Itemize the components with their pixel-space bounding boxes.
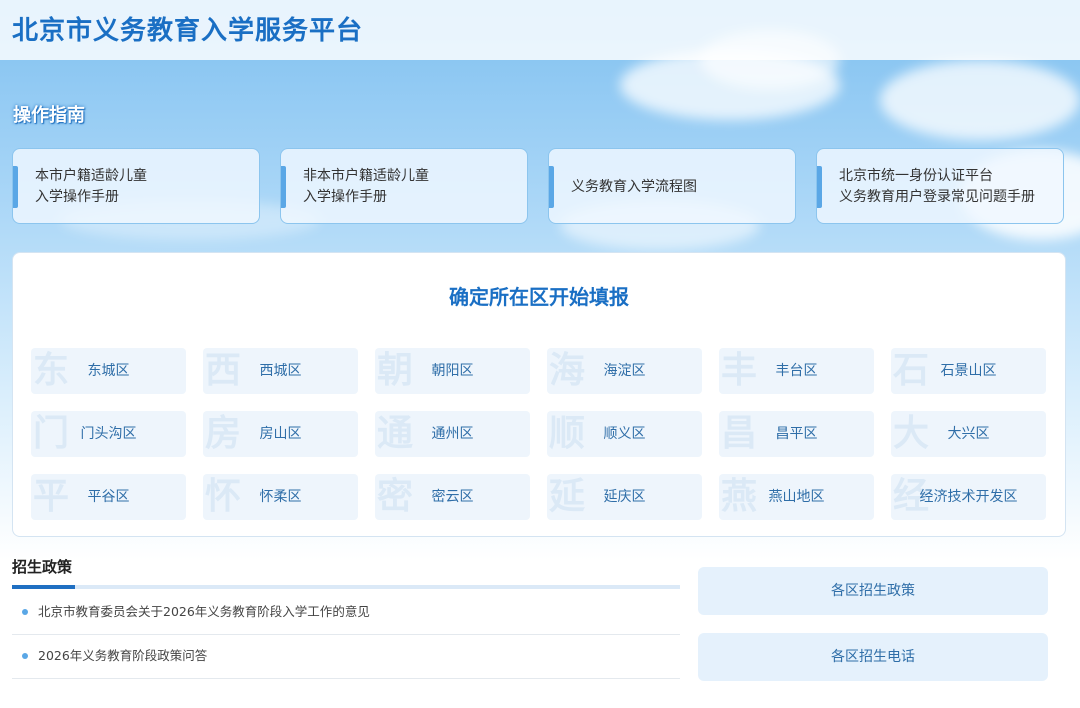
- district-button[interactable]: 门门头沟区: [31, 411, 186, 457]
- district-button[interactable]: 丰丰台区: [719, 348, 874, 394]
- district-button[interactable]: 顺顺义区: [547, 411, 702, 457]
- guide-card-line1: 义务教育入学流程图: [571, 178, 697, 195]
- district-policy-button[interactable]: 各区招生政策: [698, 567, 1048, 615]
- bullet-icon: [22, 653, 28, 659]
- district-button[interactable]: 房房山区: [203, 411, 358, 457]
- guide-card-text: 义务教育入学流程图: [571, 149, 697, 225]
- guide-card-line1: 非本市户籍适龄儿童: [303, 168, 429, 184]
- policy-item-text: 北京市教育委员会关于2026年义务教育阶段入学工作的意见: [38, 604, 370, 619]
- district-label: 海淀区: [603, 363, 646, 379]
- card-accent-bar: [549, 166, 554, 208]
- district-panel: 确定所在区开始填报 东东城区西西城区朝朝阳区海海淀区丰丰台区石石景山区门门头沟区…: [12, 252, 1066, 537]
- district-label: 经济技术开发区: [919, 489, 1018, 505]
- card-accent-bar: [817, 166, 822, 208]
- policy-list-item[interactable]: 2026年义务教育阶段政策问答: [12, 634, 680, 679]
- district-label: 顺义区: [603, 426, 646, 442]
- district-button[interactable]: 朝朝阳区: [375, 348, 530, 394]
- district-label: 石景山区: [940, 363, 997, 379]
- guide-card-line1: 北京市统一身份认证平台: [839, 168, 993, 184]
- district-label: 昌平区: [775, 426, 818, 442]
- district-button[interactable]: 燕燕山地区: [719, 474, 874, 520]
- district-button[interactable]: 大大兴区: [891, 411, 1046, 457]
- district-button[interactable]: 昌昌平区: [719, 411, 874, 457]
- guide-card-flowchart[interactable]: 义务教育入学流程图: [548, 148, 796, 224]
- card-accent-bar: [281, 166, 286, 208]
- district-label: 西城区: [259, 363, 302, 379]
- district-button[interactable]: 平平谷区: [31, 474, 186, 520]
- district-panel-title: 确定所在区开始填报: [449, 285, 629, 309]
- district-phone-button[interactable]: 各区招生电话: [698, 633, 1048, 681]
- policy-item-text: 2026年义务教育阶段政策问答: [38, 648, 208, 663]
- site-title: 北京市义务教育入学服务平台: [12, 16, 364, 46]
- guide-card-local-manual[interactable]: 本市户籍适龄儿童 入学操作手册: [12, 148, 260, 224]
- guide-card-login-faq[interactable]: 北京市统一身份认证平台 义务教育用户登录常见问题手册: [816, 148, 1064, 224]
- guide-card-line2: 义务教育用户登录常见问题手册: [839, 189, 1035, 205]
- district-button[interactable]: 西西城区: [203, 348, 358, 394]
- guide-card-line2: 入学操作手册: [35, 189, 119, 205]
- policy-divider-accent: [12, 585, 75, 589]
- guide-card-line2: 入学操作手册: [303, 189, 387, 205]
- district-label: 丰台区: [775, 363, 818, 379]
- district-label: 朝阳区: [431, 363, 474, 379]
- district-label: 密云区: [431, 489, 474, 505]
- district-label: 门头沟区: [80, 426, 137, 442]
- district-button[interactable]: 怀怀柔区: [203, 474, 358, 520]
- cloud: [880, 60, 1080, 140]
- guide-heading: 操作指南: [13, 105, 85, 126]
- card-accent-bar: [13, 166, 18, 208]
- district-button[interactable]: 延延庆区: [547, 474, 702, 520]
- bullet-icon: [22, 609, 28, 615]
- district-button[interactable]: 经经济技术开发区: [891, 474, 1046, 520]
- district-button[interactable]: 石石景山区: [891, 348, 1046, 394]
- district-label: 大兴区: [947, 426, 990, 442]
- district-button[interactable]: 海海淀区: [547, 348, 702, 394]
- district-button[interactable]: 东东城区: [31, 348, 186, 394]
- district-label: 平谷区: [87, 489, 130, 505]
- district-label: 燕山地区: [768, 489, 825, 505]
- policy-list-item[interactable]: 北京市教育委员会关于2026年义务教育阶段入学工作的意见: [12, 590, 680, 635]
- guide-card-text: 北京市统一身份认证平台 义务教育用户登录常见问题手册: [839, 149, 1035, 225]
- guide-card-nonlocal-manual[interactable]: 非本市户籍适龄儿童 入学操作手册: [280, 148, 528, 224]
- district-label: 通州区: [431, 426, 474, 442]
- guide-card-text: 本市户籍适龄儿童 入学操作手册: [35, 149, 147, 225]
- district-label: 房山区: [259, 426, 302, 442]
- district-label: 东城区: [87, 363, 130, 379]
- guide-card-text: 非本市户籍适龄儿童 入学操作手册: [303, 149, 429, 225]
- district-label: 怀柔区: [259, 489, 302, 505]
- district-label: 延庆区: [603, 489, 646, 505]
- policy-heading: 招生政策: [12, 558, 73, 576]
- guide-card-line1: 本市户籍适龄儿童: [35, 168, 147, 184]
- header-bar: 北京市义务教育入学服务平台: [0, 0, 1080, 60]
- policy-divider: [12, 585, 680, 589]
- district-button[interactable]: 通通州区: [375, 411, 530, 457]
- district-button[interactable]: 密密云区: [375, 474, 530, 520]
